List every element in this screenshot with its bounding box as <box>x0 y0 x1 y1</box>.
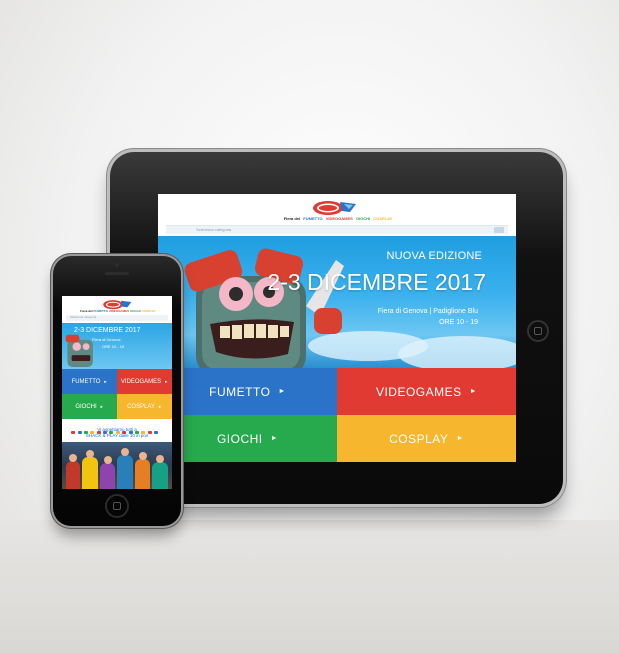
tile-label: VIDEOGAMES <box>375 384 462 399</box>
tile-label: FUMETTO <box>209 384 271 399</box>
search-button[interactable] <box>494 227 504 233</box>
hero-venue: Fiera di Genova <box>92 337 121 342</box>
phone-screen: Fiera del FUMETTO VIDEOGAMES GIOCHI COSP… <box>62 296 172 489</box>
tile-videogames[interactable]: VIDEOGAMES ► <box>117 369 172 394</box>
tile-cosplay[interactable]: COSPLAY ► <box>337 415 516 462</box>
cosplayer-figure <box>135 452 150 489</box>
phone-device: Fiera del FUMETTO VIDEOGAMES GIOCHI COSP… <box>53 256 181 526</box>
robot-mascot-icon <box>184 248 344 368</box>
cosplayers-photo[interactable] <box>62 442 172 489</box>
promo-line: SHACK & PLAY dalle 10 in poi! <box>85 432 149 438</box>
category-tiles: FUMETTO ► VIDEOGAMES ► GIOCHI ► COSPLAY … <box>158 368 516 462</box>
search-input[interactable]: Seleziona categoria <box>166 225 508 234</box>
cosplayer-figure <box>82 450 98 489</box>
tile-fumetto[interactable]: FUMETTO ► <box>62 369 117 394</box>
nav-item-videogames[interactable]: VIDEOGAMES <box>109 309 129 313</box>
tile-label: GIOCHI <box>75 403 97 410</box>
tile-label: COSPLAY <box>127 403 155 410</box>
hero-venue: Fiera di Genova | Padiglione Blu <box>377 308 478 315</box>
nav-item-cosplay[interactable]: COSPLAY <box>141 309 155 313</box>
hero-dates: 2-3 DICEMBRE 2017 <box>267 269 486 295</box>
play-arrow-icon: ► <box>103 379 108 384</box>
tile-videogames[interactable]: VIDEOGAMES ► <box>337 368 516 415</box>
tile-cosplay[interactable]: COSPLAY ► <box>117 394 172 419</box>
nav-item-videogames[interactable]: VIDEOGAMES <box>326 216 353 221</box>
hero-hours: ORE 10 - 19 <box>439 319 478 326</box>
nav-label-fiera: Fiera del <box>283 216 301 221</box>
nav-item-giochi[interactable]: GIOCHI <box>130 309 141 313</box>
play-arrow-icon: ► <box>99 404 104 409</box>
tile-giochi[interactable]: GIOCHI ► <box>158 415 337 462</box>
phone-speaker <box>105 272 129 275</box>
nav-item-cosplay[interactable]: COSPLAY <box>373 216 392 221</box>
site-header: Fiera del FUMETTO VIDEOGAMES GIOCHI COSP… <box>158 194 516 236</box>
play-arrow-icon: ► <box>164 379 169 384</box>
hero-banner[interactable]: NUOVA EDIZIONE 2-3 DICEMBRE 2017 Fiera d… <box>158 236 516 368</box>
tile-label: COSPLAY <box>389 431 449 446</box>
mockup-stage: Fiera del FUMETTO VIDEOGAMES GIOCHI COSP… <box>0 0 619 653</box>
cosplayer-figure <box>152 455 168 489</box>
nav-item-fumetto[interactable]: FUMETTO <box>303 216 322 221</box>
nav-item-fumetto[interactable]: FUMETTO <box>93 309 107 313</box>
search-input[interactable]: Seleziona categoria <box>66 315 168 321</box>
play-arrow-icon: ► <box>270 435 279 442</box>
play-arrow-icon: ► <box>456 435 464 442</box>
floor-shadow <box>0 520 619 653</box>
tile-label: VIDEOGAMES <box>120 378 162 385</box>
cosplayer-figure <box>100 456 115 489</box>
tablet-camera <box>332 164 338 170</box>
tablet-screen: Fiera del FUMETTO VIDEOGAMES GIOCHI COSP… <box>158 194 516 462</box>
cosplayer-figure <box>117 448 133 489</box>
nav-item-giochi[interactable]: GIOCHI <box>356 216 370 221</box>
phone-home-button[interactable] <box>105 494 129 518</box>
color-dots-divider <box>70 421 164 434</box>
tablet-home-button[interactable] <box>527 320 549 342</box>
search-placeholder: Seleziona categoria <box>70 315 97 319</box>
tile-fumetto[interactable]: FUMETTO ► <box>158 368 337 415</box>
hero-subtitle: NUOVA EDIZIONE <box>386 250 482 262</box>
shack-logo-icon[interactable] <box>308 198 360 216</box>
tile-label: GIOCHI <box>216 431 263 446</box>
promo-text: Vi aspettiamo tutti a SHACK & PLAY dalle… <box>68 427 166 438</box>
search-placeholder: Seleziona categoria <box>196 227 232 232</box>
play-arrow-icon: ► <box>157 404 162 409</box>
mobile-hero-banner[interactable]: 2-3 DICEMBRE 2017 Fiera di Genova ORE 10… <box>62 323 172 369</box>
hero-dates: 2-3 DICEMBRE 2017 <box>74 327 141 334</box>
cloud-shape <box>398 336 516 368</box>
tile-label: FUMETTO <box>71 378 101 385</box>
hero-hours: ORE 10 - 19 <box>102 344 125 349</box>
cosplayer-figure <box>66 454 80 489</box>
tile-giochi[interactable]: GIOCHI ► <box>62 394 117 419</box>
nav-label-fiera: Fiera del <box>80 309 93 313</box>
play-arrow-icon: ► <box>278 388 286 395</box>
site-nav: Fiera del FUMETTO VIDEOGAMES GIOCHI COSP… <box>258 216 418 221</box>
phone-camera <box>115 263 119 267</box>
play-arrow-icon: ► <box>469 388 478 395</box>
mobile-nav: Fiera del FUMETTO VIDEOGAMES GIOCHI COSP… <box>76 309 160 313</box>
